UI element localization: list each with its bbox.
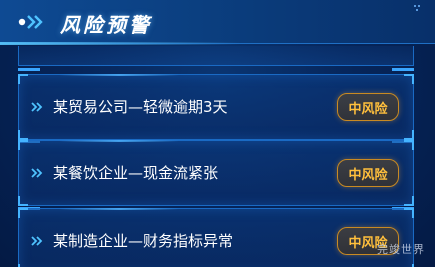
- alert-text: 某制造企业—财务指标异常: [53, 232, 234, 250]
- alert-card[interactable]: 某餐饮企业—现金流紧张 中风险: [18, 140, 414, 206]
- section-divider: [18, 66, 414, 72]
- double-arrow-bullet-icon: [31, 168, 43, 178]
- watermark: 完竣世界: [377, 243, 425, 256]
- alert-card-partial: [18, 46, 414, 66]
- risk-warning-panel: 风险预警 某贸易公司—轻微逾期3天 中风险 某餐饮企业—现金流紧张 中风险 某制…: [0, 0, 435, 267]
- double-arrow-bullet-icon: [31, 102, 43, 112]
- header-glow-line: [0, 42, 240, 45]
- alert-card[interactable]: 某制造企业—财务指标异常 中风险: [18, 208, 414, 267]
- panel-header: 风险预警: [0, 0, 435, 45]
- alert-text: 某贸易公司—轻微逾期3天: [53, 98, 228, 116]
- risk-level-badge: 中风险: [337, 159, 399, 187]
- risk-level-badge: 中风险: [337, 93, 399, 121]
- header-decoration-dots: [414, 5, 420, 11]
- alert-card[interactable]: 某贸易公司—轻微逾期3天 中风险: [18, 74, 414, 140]
- alert-text: 某餐饮企业—现金流紧张: [53, 164, 219, 182]
- double-arrow-bullet-icon: [31, 236, 43, 246]
- double-chevron-right-icon: [18, 15, 43, 29]
- panel-title: 风险预警: [60, 13, 152, 37]
